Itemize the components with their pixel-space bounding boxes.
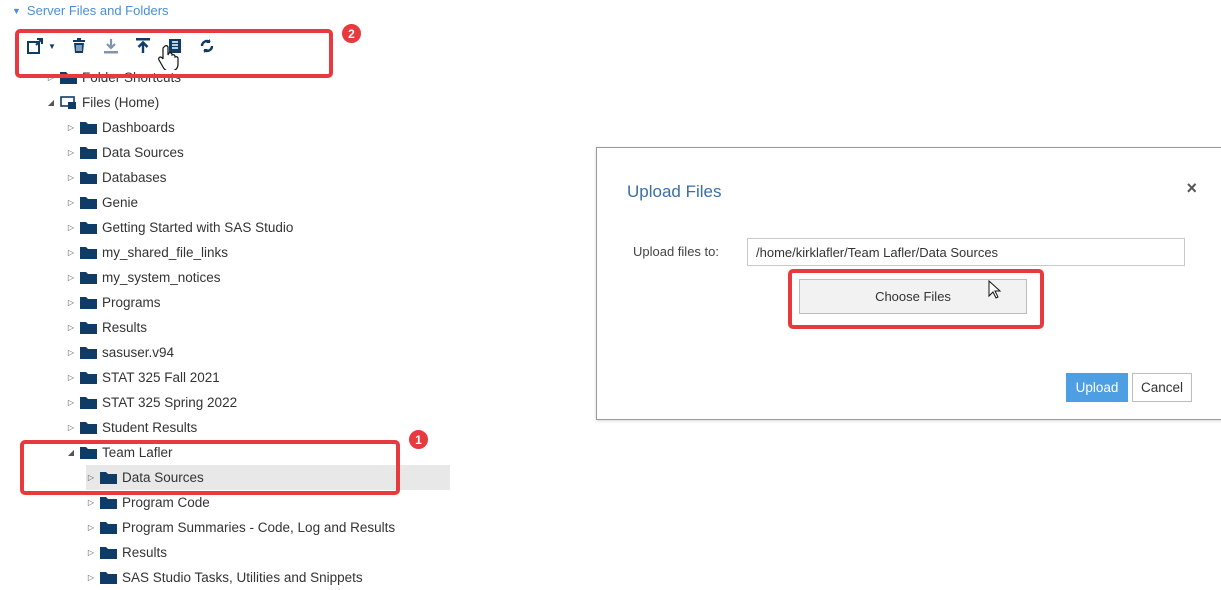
tree-item[interactable]: ▷ sasuser.v94	[66, 340, 174, 365]
folder-icon	[80, 296, 97, 309]
tree-item-label: Dashboards	[102, 120, 175, 135]
tree-item-label: Student Results	[102, 420, 198, 435]
tree-item-label: STAT 325 Fall 2021	[102, 370, 220, 385]
tree-item-label: SAS Studio Tasks, Utilities and Snippets	[122, 570, 363, 585]
folder-icon	[80, 421, 97, 434]
expand-icon[interactable]: ▷	[66, 273, 76, 282]
tree-child-item[interactable]: ▷ SAS Studio Tasks, Utilities and Snippet…	[86, 565, 363, 590]
collapse-icon[interactable]: ▼	[12, 6, 21, 16]
folder-icon	[80, 346, 97, 359]
folder-icon	[100, 546, 117, 559]
tree-item-label: Program Summaries - Code, Log and Result…	[122, 520, 396, 535]
expand-icon[interactable]: ▷	[66, 348, 76, 357]
tree-item-label: STAT 325 Spring 2022	[102, 395, 238, 410]
upload-button[interactable]: Upload	[1066, 373, 1128, 402]
folder-icon	[80, 246, 97, 259]
folder-icon	[80, 271, 97, 284]
folder-icon	[80, 371, 97, 384]
tree-item[interactable]: ▷ Results	[66, 315, 147, 340]
tree-item[interactable]: ▷ my_system_notices	[66, 265, 221, 290]
expand-icon[interactable]: ▷	[86, 498, 96, 507]
expand-icon[interactable]: ▷	[66, 298, 76, 307]
tree-item-label: Data Sources	[102, 145, 184, 160]
tree-item-label: Genie	[102, 195, 139, 210]
home-icon	[60, 96, 77, 109]
tree-item[interactable]: ▷ STAT 325 Spring 2022	[66, 390, 237, 415]
expand-icon[interactable]: ▷	[66, 248, 76, 257]
section-header[interactable]: ▼ Server Files and Folders	[12, 3, 169, 18]
folder-icon	[80, 221, 97, 234]
expand-icon[interactable]: ▷	[66, 198, 76, 207]
expand-icon[interactable]: ▷	[66, 148, 76, 157]
expand-icon[interactable]: ▷	[66, 373, 76, 382]
tree-item-label: Results	[122, 545, 168, 560]
tree-item-label: sasuser.v94	[102, 345, 175, 360]
folder-icon	[100, 521, 117, 534]
tree-item-label: Databases	[102, 170, 167, 185]
tree-item-label: Getting Started with SAS Studio	[102, 220, 294, 235]
expand-icon[interactable]: ◢	[46, 98, 56, 107]
tree-item[interactable]: ▷ STAT 325 Fall 2021	[66, 365, 220, 390]
expand-icon[interactable]: ▷	[66, 323, 76, 332]
expand-icon[interactable]: ▷	[66, 173, 76, 182]
annotation-badge-1: 1	[407, 428, 430, 451]
tree-item[interactable]: ▷ Genie	[66, 190, 138, 215]
upload-path-label: Upload files to:	[633, 244, 719, 259]
upload-dialog: Upload Files × Upload files to: Choose F…	[596, 147, 1221, 420]
expand-icon[interactable]: ▷	[66, 123, 76, 132]
tree-item-label: my_shared_file_links	[102, 245, 229, 260]
tree-item-label: Results	[102, 320, 148, 335]
tree-item-files-home[interactable]: ◢ Files (Home)	[46, 90, 159, 115]
folder-icon	[100, 496, 117, 509]
cancel-button[interactable]: Cancel	[1132, 373, 1192, 402]
dialog-title: Upload Files	[627, 182, 722, 201]
folder-icon	[80, 171, 97, 184]
annotation-badge-2: 2	[340, 22, 363, 45]
annotation-box-toolbar	[15, 29, 333, 78]
tree-item-label: Program Code	[122, 495, 210, 510]
tree-item-label: my_system_notices	[102, 270, 221, 285]
tree-item[interactable]: ▷ Student Results	[66, 415, 197, 440]
tree-item[interactable]: ▷ Dashboards	[66, 115, 175, 140]
expand-icon[interactable]: ▷	[66, 423, 76, 432]
folder-icon	[80, 321, 97, 334]
expand-icon[interactable]: ▷	[66, 398, 76, 407]
expand-icon[interactable]: ▷	[66, 223, 76, 232]
annotation-box-choose-files	[788, 269, 1044, 329]
folder-icon	[80, 121, 97, 134]
folder-icon	[80, 196, 97, 209]
folder-icon	[80, 146, 97, 159]
annotation-box-folder	[20, 440, 400, 495]
folder-icon	[100, 571, 117, 584]
expand-icon[interactable]: ▷	[86, 573, 96, 582]
tree-item[interactable]: ▷ Databases	[66, 165, 167, 190]
section-title: Server Files and Folders	[26, 3, 169, 18]
close-icon[interactable]: ×	[1186, 178, 1197, 199]
tree-child-item[interactable]: ▷ Program Summaries - Code, Log and Resul…	[86, 515, 395, 540]
tree-child-item[interactable]: ▷ Results	[86, 540, 167, 565]
upload-path-input[interactable]	[747, 238, 1185, 266]
tree-item[interactable]: ▷ Getting Started with SAS Studio	[66, 215, 293, 240]
tree-item[interactable]: ▷ Programs	[66, 290, 161, 315]
tree-item[interactable]: ▷ my_shared_file_links	[66, 240, 228, 265]
folder-icon	[80, 396, 97, 409]
tree-item[interactable]: ▷ Data Sources	[66, 140, 184, 165]
expand-icon[interactable]: ▷	[86, 523, 96, 532]
expand-icon[interactable]: ▷	[86, 548, 96, 557]
tree-item-label: Programs	[102, 295, 161, 310]
